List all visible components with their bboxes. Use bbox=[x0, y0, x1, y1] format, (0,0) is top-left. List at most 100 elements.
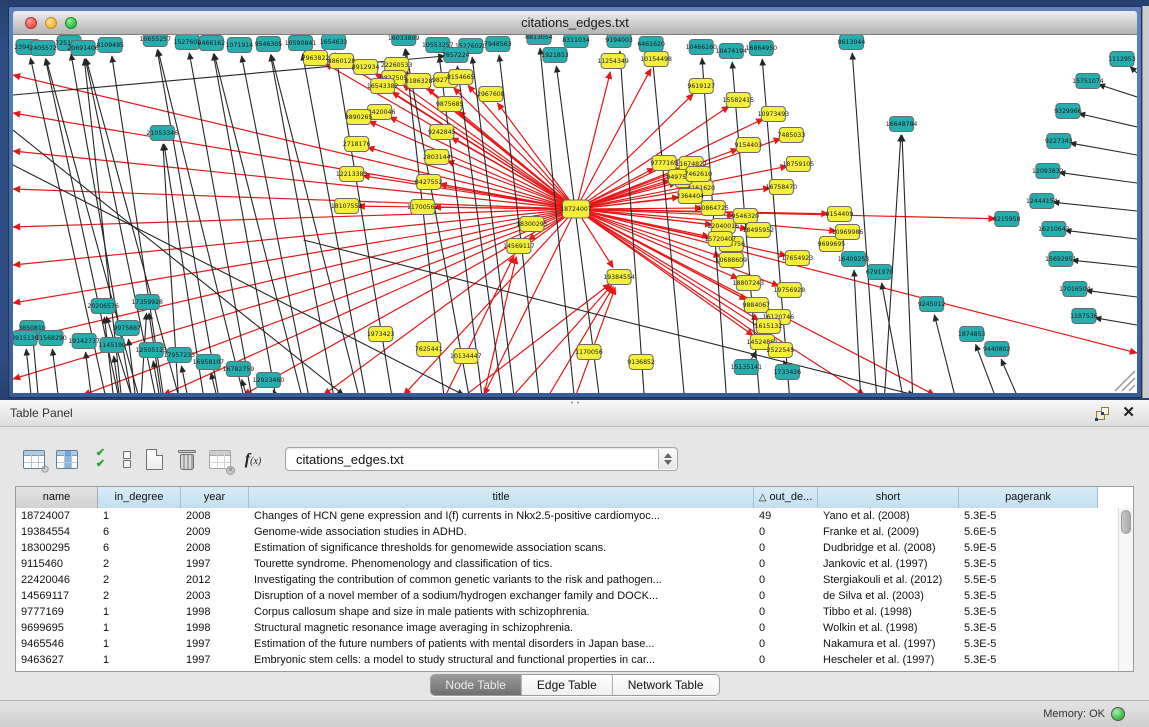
graph-node[interactable]: 12923460 bbox=[253, 373, 285, 388]
cell-name[interactable]: 9463627 bbox=[16, 652, 98, 668]
graph-node[interactable]: 17359928 bbox=[131, 295, 163, 310]
graph-node[interactable]: 7948563 bbox=[484, 37, 512, 52]
graph-node[interactable]: 12213383 bbox=[336, 167, 368, 182]
cell-short[interactable]: Franke et al. (2009) bbox=[818, 524, 959, 540]
scrollbar-thumb[interactable] bbox=[1121, 510, 1131, 534]
table-row[interactable]: 1830029562008Estimation of significance … bbox=[16, 540, 1133, 556]
graph-node[interactable]: 16648784 bbox=[886, 117, 918, 132]
graph-node[interactable]: 18300295 bbox=[516, 217, 548, 232]
graph-edge[interactable] bbox=[1130, 67, 1137, 73]
graph-node[interactable]: 1071914 bbox=[226, 38, 254, 53]
graph-node[interactable]: 10134447 bbox=[450, 349, 482, 364]
graph-node[interactable]: 17016504 bbox=[1059, 282, 1091, 297]
graph-node[interactable]: 2803144 bbox=[423, 150, 451, 165]
graph-edge[interactable] bbox=[52, 349, 58, 393]
graph-node[interactable]: 11700562 bbox=[407, 200, 439, 215]
column-header-name[interactable]: name bbox=[16, 487, 98, 508]
graph-node[interactable]: 2522545 bbox=[767, 343, 795, 358]
cell-pagerank[interactable]: 5.3E-5 bbox=[959, 620, 1098, 636]
cell-short[interactable]: Wolkin et al. (1998) bbox=[818, 620, 959, 636]
graph-edge[interactable] bbox=[1086, 290, 1137, 297]
graph-node[interactable]: 7462610 bbox=[684, 167, 712, 182]
graph-edge[interactable] bbox=[882, 283, 903, 393]
graph-node[interactable]: 9777169 bbox=[650, 156, 678, 171]
graph-node[interactable]: 17957233 bbox=[164, 348, 196, 363]
cell-out_degree[interactable]: 0 bbox=[754, 572, 818, 588]
cell-out_degree[interactable]: 0 bbox=[754, 556, 818, 572]
graph-node[interactable]: 8154665 bbox=[447, 70, 475, 85]
graph-node[interactable]: 17654923 bbox=[782, 251, 814, 266]
cell-in_degree[interactable]: 1 bbox=[98, 620, 181, 636]
cell-title[interactable]: Corpus callosum shape and size in male p… bbox=[249, 604, 754, 620]
cell-name[interactable]: 9777169 bbox=[16, 604, 98, 620]
graph-edge[interactable] bbox=[104, 317, 113, 393]
cell-pagerank[interactable]: 5.3E-5 bbox=[959, 636, 1098, 652]
graph-node[interactable]: 20206576 bbox=[87, 299, 119, 314]
graph-node[interactable]: 9329966 bbox=[1054, 104, 1082, 119]
graph-node[interactable]: 21053346 bbox=[147, 126, 179, 141]
graph-node[interactable]: 8311034 bbox=[562, 35, 590, 48]
resize-grip[interactable] bbox=[1115, 371, 1135, 391]
cell-name[interactable]: 9465546 bbox=[16, 636, 98, 652]
graph-node[interactable]: 1874853 bbox=[958, 327, 986, 342]
graph-node[interactable]: 8427552 bbox=[415, 175, 443, 190]
graph-edge[interactable] bbox=[854, 270, 860, 393]
cell-title[interactable]: Tourette syndrome. Phenomenology and cla… bbox=[249, 556, 754, 572]
cell-year[interactable]: 2008 bbox=[181, 540, 249, 556]
cell-short[interactable]: de Silva et al. (2003) bbox=[818, 588, 959, 604]
graph-node[interactable]: 9245012 bbox=[918, 297, 946, 312]
graph-node[interactable]: 15582415 bbox=[723, 93, 755, 108]
graph-edge[interactable] bbox=[404, 209, 576, 393]
table-row[interactable]: 2242004622012Investigating the contribut… bbox=[16, 572, 1133, 588]
cell-in_degree[interactable]: 1 bbox=[98, 652, 181, 668]
graph-node[interactable]: 9194003 bbox=[605, 35, 633, 48]
cell-short[interactable]: Yano et al. (2008) bbox=[818, 508, 959, 524]
function-builder-icon[interactable]: f(x) bbox=[239, 446, 267, 473]
table-scrollbar[interactable] bbox=[1118, 508, 1133, 671]
graph-edge[interactable] bbox=[652, 55, 684, 393]
graph-node[interactable]: 20691406 bbox=[67, 41, 99, 56]
graph-node[interactable]: 2718176 bbox=[343, 137, 371, 152]
graph-node[interactable]: 1145190 bbox=[98, 338, 126, 353]
cell-out_degree[interactable]: 0 bbox=[754, 604, 818, 620]
graph-edge[interactable] bbox=[242, 56, 309, 393]
cell-title[interactable]: Genome-wide association studies in ADHD. bbox=[249, 524, 754, 540]
splitter-handle[interactable] bbox=[569, 400, 581, 405]
graph-edge[interactable] bbox=[13, 209, 576, 379]
graph-edge[interactable] bbox=[934, 315, 954, 393]
cell-year[interactable]: 2009 bbox=[181, 524, 249, 540]
column-header-short[interactable]: short bbox=[818, 487, 959, 508]
graph-edge[interactable] bbox=[576, 72, 610, 209]
cell-year[interactable]: 1997 bbox=[181, 652, 249, 668]
cell-in_degree[interactable]: 1 bbox=[98, 508, 181, 524]
cell-out_degree[interactable]: 49 bbox=[754, 508, 818, 524]
graph-node[interactable]: 12093832 bbox=[1032, 164, 1064, 179]
graph-node[interactable]: 9975887 bbox=[113, 321, 141, 336]
graph-edge[interactable] bbox=[211, 373, 216, 393]
tab-network-table[interactable]: Network Table bbox=[613, 675, 719, 695]
graph-node[interactable]: 11254349 bbox=[597, 54, 629, 69]
graph-edge[interactable] bbox=[26, 349, 31, 393]
table-row[interactable]: 977716911998Corpus callosum shape and si… bbox=[16, 604, 1133, 620]
cell-title[interactable]: Estimation of significance thresholds fo… bbox=[249, 540, 754, 556]
graph-node[interactable]: 8613044 bbox=[838, 35, 866, 50]
cell-name[interactable]: 18724007 bbox=[16, 508, 98, 524]
column-header-in_degree[interactable]: in_degree bbox=[98, 487, 181, 508]
graph-node[interactable]: 9890265 bbox=[345, 110, 373, 125]
graph-edge[interactable] bbox=[157, 50, 218, 393]
graph-edge[interactable] bbox=[86, 352, 92, 393]
cell-title[interactable]: Disruption of a novel member of a sodium… bbox=[249, 588, 754, 604]
graph-edge[interactable] bbox=[576, 69, 651, 209]
graph-node[interactable]: 7485033 bbox=[778, 128, 806, 143]
cell-year[interactable]: 1997 bbox=[181, 636, 249, 652]
table-row[interactable]: 946362711997Embryonic stem cells: a mode… bbox=[16, 652, 1133, 668]
graph-edge[interactable] bbox=[1059, 172, 1137, 183]
graph-node[interactable]: 8215958 bbox=[993, 212, 1021, 227]
cell-in_degree[interactable]: 1 bbox=[98, 604, 181, 620]
graph-node[interactable]: 2405572 bbox=[29, 41, 57, 56]
graph-edge[interactable] bbox=[181, 366, 187, 393]
graph-node[interactable]: 10590841 bbox=[285, 36, 317, 51]
graph-node[interactable]: 8109495 bbox=[96, 38, 124, 53]
cell-short[interactable]: Nakamura et al. (1997) bbox=[818, 636, 959, 652]
column-header-pagerank[interactable]: pagerank bbox=[959, 487, 1098, 508]
